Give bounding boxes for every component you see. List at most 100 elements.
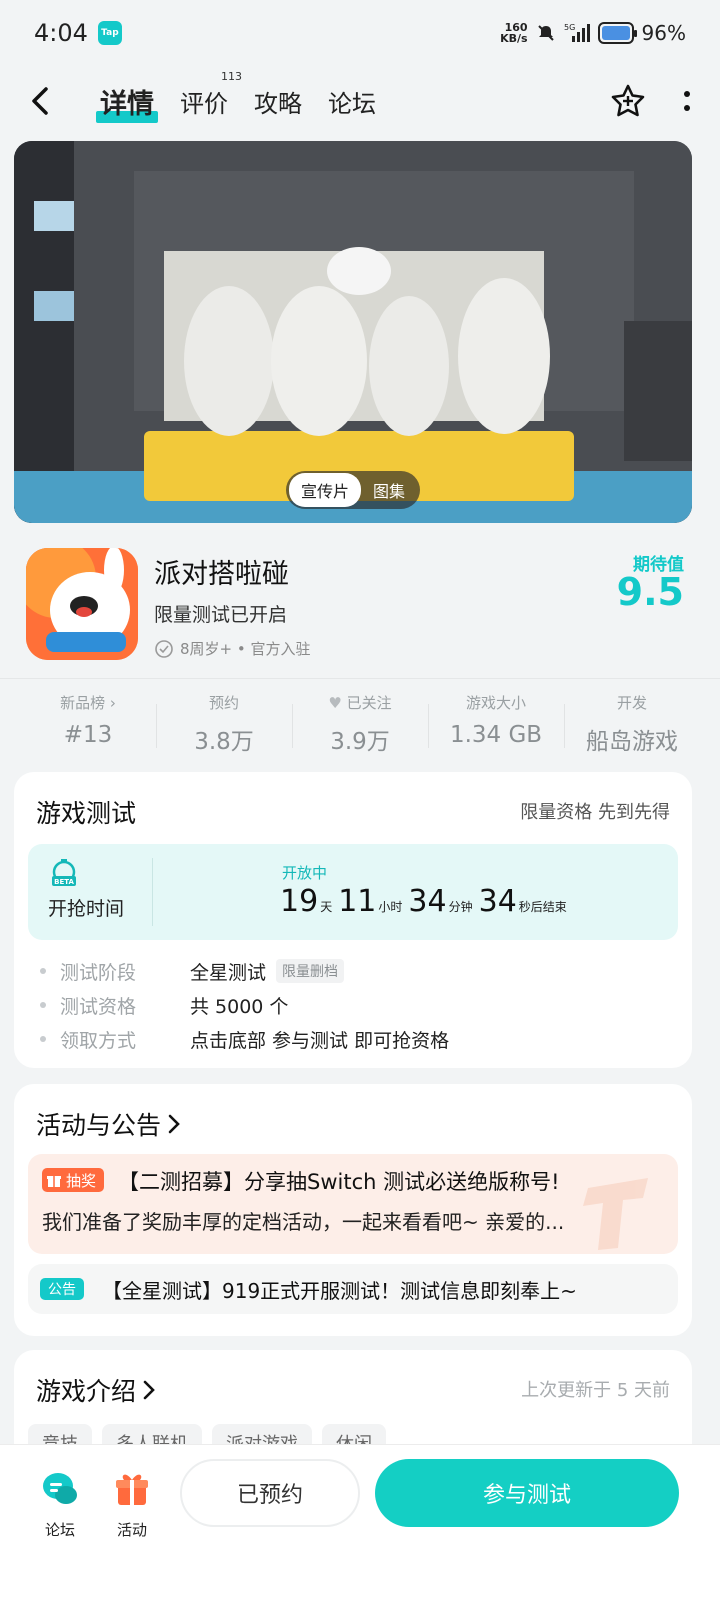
stat-label: 开发 [616, 694, 647, 712]
svg-text:BETA: BETA [54, 878, 74, 886]
bullet [40, 1036, 46, 1042]
bullet [40, 1002, 46, 1008]
stat-value: 1.34 GB [449, 722, 543, 748]
countdown: 19 天 11 小时 34 分钟 34 秒后结束 [280, 884, 573, 919]
announcement-badge: 公告 [40, 1278, 84, 1300]
test-countdown-box: BETA 开抢时间 开放中 19 天 11 小时 34 分钟 34 秒后结束 [28, 844, 678, 940]
expectation-score: 9.5 [616, 570, 684, 614]
grab-time-label: 开抢时间 [48, 898, 125, 920]
tab-details[interactable]: 详情 [96, 82, 158, 123]
reserved-button[interactable]: 已预约 [180, 1459, 360, 1527]
more-options-icon[interactable] [682, 86, 692, 116]
activity-label: 活动 [116, 1521, 147, 1539]
countdown-days: 19 [280, 884, 319, 919]
media-switch: 宣传片 图集 [286, 471, 421, 509]
tab-reviews[interactable]: 评价 113 [180, 70, 242, 119]
countdown-minutes-unit: 分钟 [448, 900, 473, 914]
row-value: 点击底部 参与测试 即可抢资格 [190, 1029, 450, 1052]
activity-desc: 我们准备了奖励丰厚的定档活动，一起来看看吧~ 亲爱的... [42, 1210, 565, 1234]
countdown-seconds-unit: 秒后结束 [518, 900, 567, 914]
row-tag: 限量删档 [276, 959, 345, 983]
stat-follows[interactable]: ♥ 已关注 3.9万 [292, 690, 428, 760]
heart-check-icon: ♥ [328, 694, 342, 712]
gift-icon [47, 1176, 61, 1187]
network-speed: 160 KB/s [500, 22, 527, 44]
join-test-button[interactable]: 参与测试 [375, 1459, 679, 1527]
nav-actions [610, 83, 692, 119]
game-name: 派对搭啦碰 [154, 559, 289, 590]
activity-button[interactable]: 活动 [102, 1469, 162, 1540]
game-icon [26, 548, 138, 660]
divider [0, 678, 720, 679]
card-title: 游戏介绍 [36, 1377, 137, 1406]
video-tab[interactable]: 宣传片 [289, 473, 362, 507]
stat-label-text: 已关注 [346, 694, 392, 712]
battery-level: 96% [641, 21, 686, 45]
gift-icon [116, 1474, 148, 1505]
stat-ranking[interactable]: 新品榜 › #13 [20, 690, 156, 760]
top-nav: 详情 评价 113 攻略 论坛 [0, 66, 720, 136]
beta-timer-icon: BETA [52, 859, 76, 886]
countdown-hours-unit: 小时 [378, 900, 403, 914]
watermark-logo [583, 1178, 648, 1250]
stat-developer[interactable]: 开发 船岛游戏 [564, 690, 700, 760]
status-bar: 4:04 Tap 160 KB/s 5G 96% [0, 0, 720, 66]
countdown-minutes: 34 [408, 884, 447, 919]
mute-icon [537, 25, 554, 41]
bottom-action-bar: 论坛 活动 已预约 参与测试 [0, 1444, 720, 1600]
stat-size: 游戏大小 1.34 GB [428, 690, 564, 760]
tab-forum[interactable]: 论坛 [328, 84, 376, 119]
game-test-card: 游戏测试 限量资格 先到先得 BETA 开抢时间 开放中 19 天 11 小时 … [14, 772, 692, 1068]
badge-label: 抽奖 [66, 1171, 97, 1190]
favorite-star-icon[interactable] [610, 83, 646, 119]
chevron-right-icon [168, 1114, 180, 1134]
chevron-right-icon [143, 1380, 155, 1400]
stat-value: #13 [63, 722, 113, 748]
test-quota-note: 限量资格 先到先得 [520, 802, 670, 823]
game-subtitle: 限量测试已开启 [154, 604, 288, 626]
verified-check-icon [155, 639, 173, 658]
tab-guides[interactable]: 攻略 [254, 84, 302, 119]
open-status: 开放中 [282, 864, 328, 882]
status-time: 4:04 [34, 19, 88, 47]
activity-item-announcement[interactable]: 公告 【全星测试】919正式开服测试！测试信息即刻奉上~ [28, 1264, 678, 1314]
row-key: 测试阶段 [60, 961, 137, 984]
forum-chat-icon [43, 1473, 77, 1504]
hero-artwork [14, 141, 692, 523]
chevron-left-icon [32, 87, 48, 115]
row-value: 全星测试 [190, 961, 267, 984]
countdown-days-unit: 天 [320, 900, 333, 914]
reviews-count: 113 [221, 69, 242, 83]
row-value: 共 5000 个 [190, 995, 289, 1018]
tab-reviews-label: 评价 [180, 89, 228, 118]
tap-app-icon: Tap [97, 21, 122, 45]
test-info-list: 测试阶段 全星测试 限量删档 测试资格 共 5000 个 领取方式 点击底部 参… [40, 954, 449, 1056]
stat-label: ♥ 已关注 [292, 690, 428, 716]
back-button[interactable] [28, 83, 64, 119]
signal-icon: 5G [564, 23, 590, 42]
hero-media[interactable]: 宣传片 图集 [14, 141, 692, 523]
stat-value: 3.8万 [194, 729, 254, 755]
last-updated: 上次更新于 5 天前 [521, 1380, 670, 1401]
stat-label: 新品榜 › [60, 694, 116, 712]
stat-value: 3.9万 [330, 729, 390, 755]
list-item: 测试资格 共 5000 个 [40, 988, 449, 1022]
svg-text:5G: 5G [564, 23, 575, 32]
battery-icon [597, 22, 637, 44]
gallery-tab[interactable]: 图集 [361, 473, 417, 507]
stat-value: 船岛游戏 [586, 729, 678, 755]
card-title: 游戏测试 [36, 799, 137, 828]
announcement-title: 【全星测试】919正式开服测试！测试信息即刻奉上~ [102, 1279, 577, 1303]
row-key: 测试资格 [60, 995, 137, 1018]
activity-card: 活动与公告 抽奖 【二测招募】分享抽Switch 测试必送绝版称号! 我们准备了… [14, 1084, 692, 1336]
countdown-seconds: 34 [478, 884, 517, 919]
activity-item-lottery[interactable]: 抽奖 【二测招募】分享抽Switch 测试必送绝版称号! 我们准备了奖励丰厚的定… [28, 1154, 678, 1254]
list-item: 领取方式 点击底部 参与测试 即可抢资格 [40, 1022, 449, 1056]
forum-label: 论坛 [44, 1521, 75, 1539]
forum-button[interactable]: 论坛 [30, 1469, 90, 1540]
activity-title: 【二测招募】分享抽Switch 测试必送绝版称号! [118, 1170, 560, 1194]
stat-label: 预约 [208, 694, 239, 712]
card-title-link[interactable]: 活动与公告 [36, 1106, 181, 1142]
speed-unit: KB/s [500, 32, 528, 45]
card-title-link[interactable]: 游戏介绍 [36, 1372, 156, 1408]
